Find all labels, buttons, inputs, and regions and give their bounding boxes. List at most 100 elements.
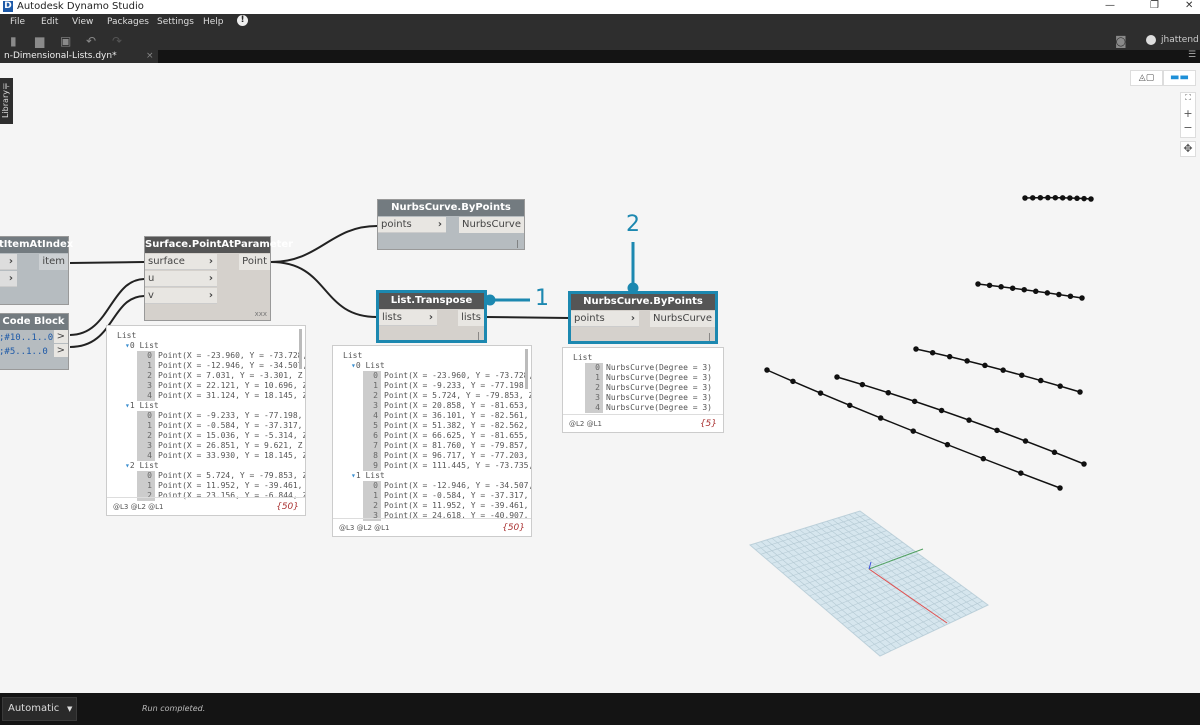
curve-point [877, 415, 884, 421]
node-list-transpose[interactable]: List.Transpose lists › lists | [376, 290, 487, 343]
list-item: 8 Point(X = 96.717, Y = -77.203, [363, 451, 529, 461]
pan-button[interactable]: ✥ [1180, 141, 1196, 157]
output-port-lists[interactable]: lists [458, 310, 484, 326]
curve-point [1021, 286, 1027, 293]
preview-bubble-transpose[interactable]: List ▾0 List 0 Point(X = -23.960, Y = -73.7… [332, 345, 532, 537]
zoom-fit-button[interactable]: ⛶ [1181, 93, 1195, 107]
list-item: 2 Point(X = 7.031, Y = -3.301, Z [137, 371, 303, 381]
node-get-item-at-index[interactable]: tItemAtIndex › › item [0, 236, 73, 305]
zoom-in-button[interactable]: + [1181, 107, 1195, 121]
curve-point [1022, 195, 1028, 201]
curve-point [1022, 438, 1029, 444]
sublist-header: ▾1 List [125, 401, 159, 410]
list-item: 1 Point(X = 11.952, Y = -39.461, [137, 481, 303, 491]
list-item: 4 Point(X = 31.124, Y = 18.145, Z [137, 391, 305, 401]
curve-point [885, 389, 892, 396]
geometry-view-toggle[interactable]: ◬▢ [1130, 70, 1163, 86]
input-port-points[interactable]: points › [571, 311, 639, 327]
curve-point [1079, 295, 1085, 301]
node-surface-point-at-parameter[interactable]: Surface.PointAtParameter surface › u › v › … [144, 236, 293, 321]
zoom-out-button[interactable]: − [1181, 121, 1195, 135]
input-port-surface[interactable]: surface › [145, 254, 217, 270]
preview-footer: @L3 @L2 @L1 {50} [107, 497, 305, 515]
list-item: 0 Point(X = -9.233, Y = -77.198, [137, 411, 303, 421]
preview-bubble-surface-points[interactable]: List ▾0 List 0 Point(X = -23.960, Y = -73.7… [106, 325, 306, 516]
run-mode-dropdown[interactable]: Automatic ▼ [2, 697, 77, 721]
curve-point [938, 407, 945, 414]
input-port-v[interactable]: v › [145, 288, 217, 304]
curve-point [910, 428, 916, 434]
node-code-block[interactable]: Code Block 0..1..#10; 0..1..#5; > > [0, 313, 69, 370]
list-item: 2 Point(X = 5.724, Y = -79.853, Z [363, 391, 531, 401]
curve-point [1052, 194, 1059, 201]
output-port-item[interactable]: item [39, 254, 68, 270]
list-item: 9 Point(X = 111.445, Y = -73.735, [363, 461, 531, 471]
list-item: 3 NurbsCurve(Degree = 3) [585, 393, 712, 403]
list-item: 0 Point(X = -23.960, Y = -73.728, [137, 351, 305, 361]
graph-view-toggle[interactable]: ▬▬ [1163, 70, 1196, 86]
list-item: 5 Point(X = 51.382, Y = -82.562, [363, 421, 529, 431]
curve-point [1009, 285, 1016, 291]
sublist-header: ▾0 List [351, 361, 385, 370]
code-line-1[interactable]: 0..1..#10; [0, 333, 54, 343]
node-title: Surface.PointAtParameter [145, 237, 293, 253]
input-port[interactable]: › [0, 271, 17, 287]
curve-point [994, 427, 1000, 434]
curve-point [1045, 194, 1051, 201]
curve-point [1037, 194, 1044, 201]
sublist-header: ▾1 List [351, 471, 385, 480]
list-item: 1 NurbsCurve(Degree = 3) [585, 373, 712, 383]
list-item: 7 Point(X = 81.760, Y = -79.857, [363, 441, 529, 451]
node-title: NurbsCurve.ByPoints [571, 294, 715, 310]
list-item: 3 Point(X = 26.851, Y = 9.621, Z [137, 441, 303, 451]
scrollbar[interactable] [525, 349, 528, 389]
curve-point [790, 378, 796, 385]
curve-point [975, 281, 981, 287]
input-port[interactable]: › [0, 254, 17, 270]
output-port-1[interactable]: > [53, 330, 68, 343]
curve-point [911, 398, 918, 405]
preview-bubble-nurbscurves[interactable]: List 0 NurbsCurve(Degree = 3) 1 NurbsCurve(D… [562, 347, 724, 433]
list-root: List [117, 331, 137, 340]
lacing-indicator[interactable]: | [516, 239, 519, 248]
wire-transpose-nurbs [485, 316, 570, 319]
lacing-indicator[interactable]: | [477, 331, 480, 340]
node-nurbscurve-by-points-inactive[interactable]: NurbsCurve.ByPoints points › NurbsCurve | [377, 199, 525, 250]
list-root: List [573, 353, 593, 362]
code-line-2[interactable]: 0..1..#5; [0, 347, 54, 357]
list-levels: @L2 @L1 [569, 420, 602, 428]
curve-point [1074, 195, 1080, 202]
list-item: 2 Point(X = 11.952, Y = -39.461, [363, 501, 529, 511]
lacing-indicator[interactable]: xxx [255, 310, 267, 318]
input-port-points[interactable]: points › [378, 217, 446, 233]
curve-point [964, 358, 970, 364]
sublist-header: ▾0 List [125, 341, 159, 350]
curve-point [764, 367, 770, 373]
curve-point [1018, 470, 1024, 476]
node-nurbscurve-by-points[interactable]: NurbsCurve.ByPoints points › NurbsCurve | [568, 291, 718, 344]
curve-point [1033, 288, 1039, 295]
list-item: 3 Point(X = 20.858, Y = -81.653, [363, 401, 529, 411]
input-port-u[interactable]: u › [145, 271, 217, 287]
run-mode-label: Automatic [8, 703, 60, 714]
scrollbar[interactable] [299, 329, 302, 369]
grid-plane [748, 510, 989, 657]
curve-point [1088, 196, 1094, 202]
curve-point [946, 353, 953, 360]
lacing-indicator[interactable]: | [708, 332, 711, 341]
output-port-2[interactable]: > [53, 344, 68, 357]
input-port-lists[interactable]: lists › [379, 310, 437, 326]
curve-point [966, 417, 972, 423]
list-levels: @L3 @L2 @L1 [339, 524, 390, 532]
wire-point-transpose [270, 261, 378, 318]
output-port-point[interactable]: Point [239, 254, 270, 270]
curve-point [1067, 195, 1073, 201]
curve-point [982, 362, 988, 369]
curve-point [998, 284, 1004, 290]
annotation-label-2: 2 [626, 212, 640, 237]
output-port-nurbscurve[interactable]: NurbsCurve [459, 217, 524, 233]
sublist-header: ▾2 List [125, 461, 159, 470]
output-port-nurbscurve[interactable]: NurbsCurve [650, 311, 715, 327]
list-item: 1 Point(X = -9.233, Y = -77.198, [363, 381, 529, 391]
curve-point [1056, 291, 1062, 298]
